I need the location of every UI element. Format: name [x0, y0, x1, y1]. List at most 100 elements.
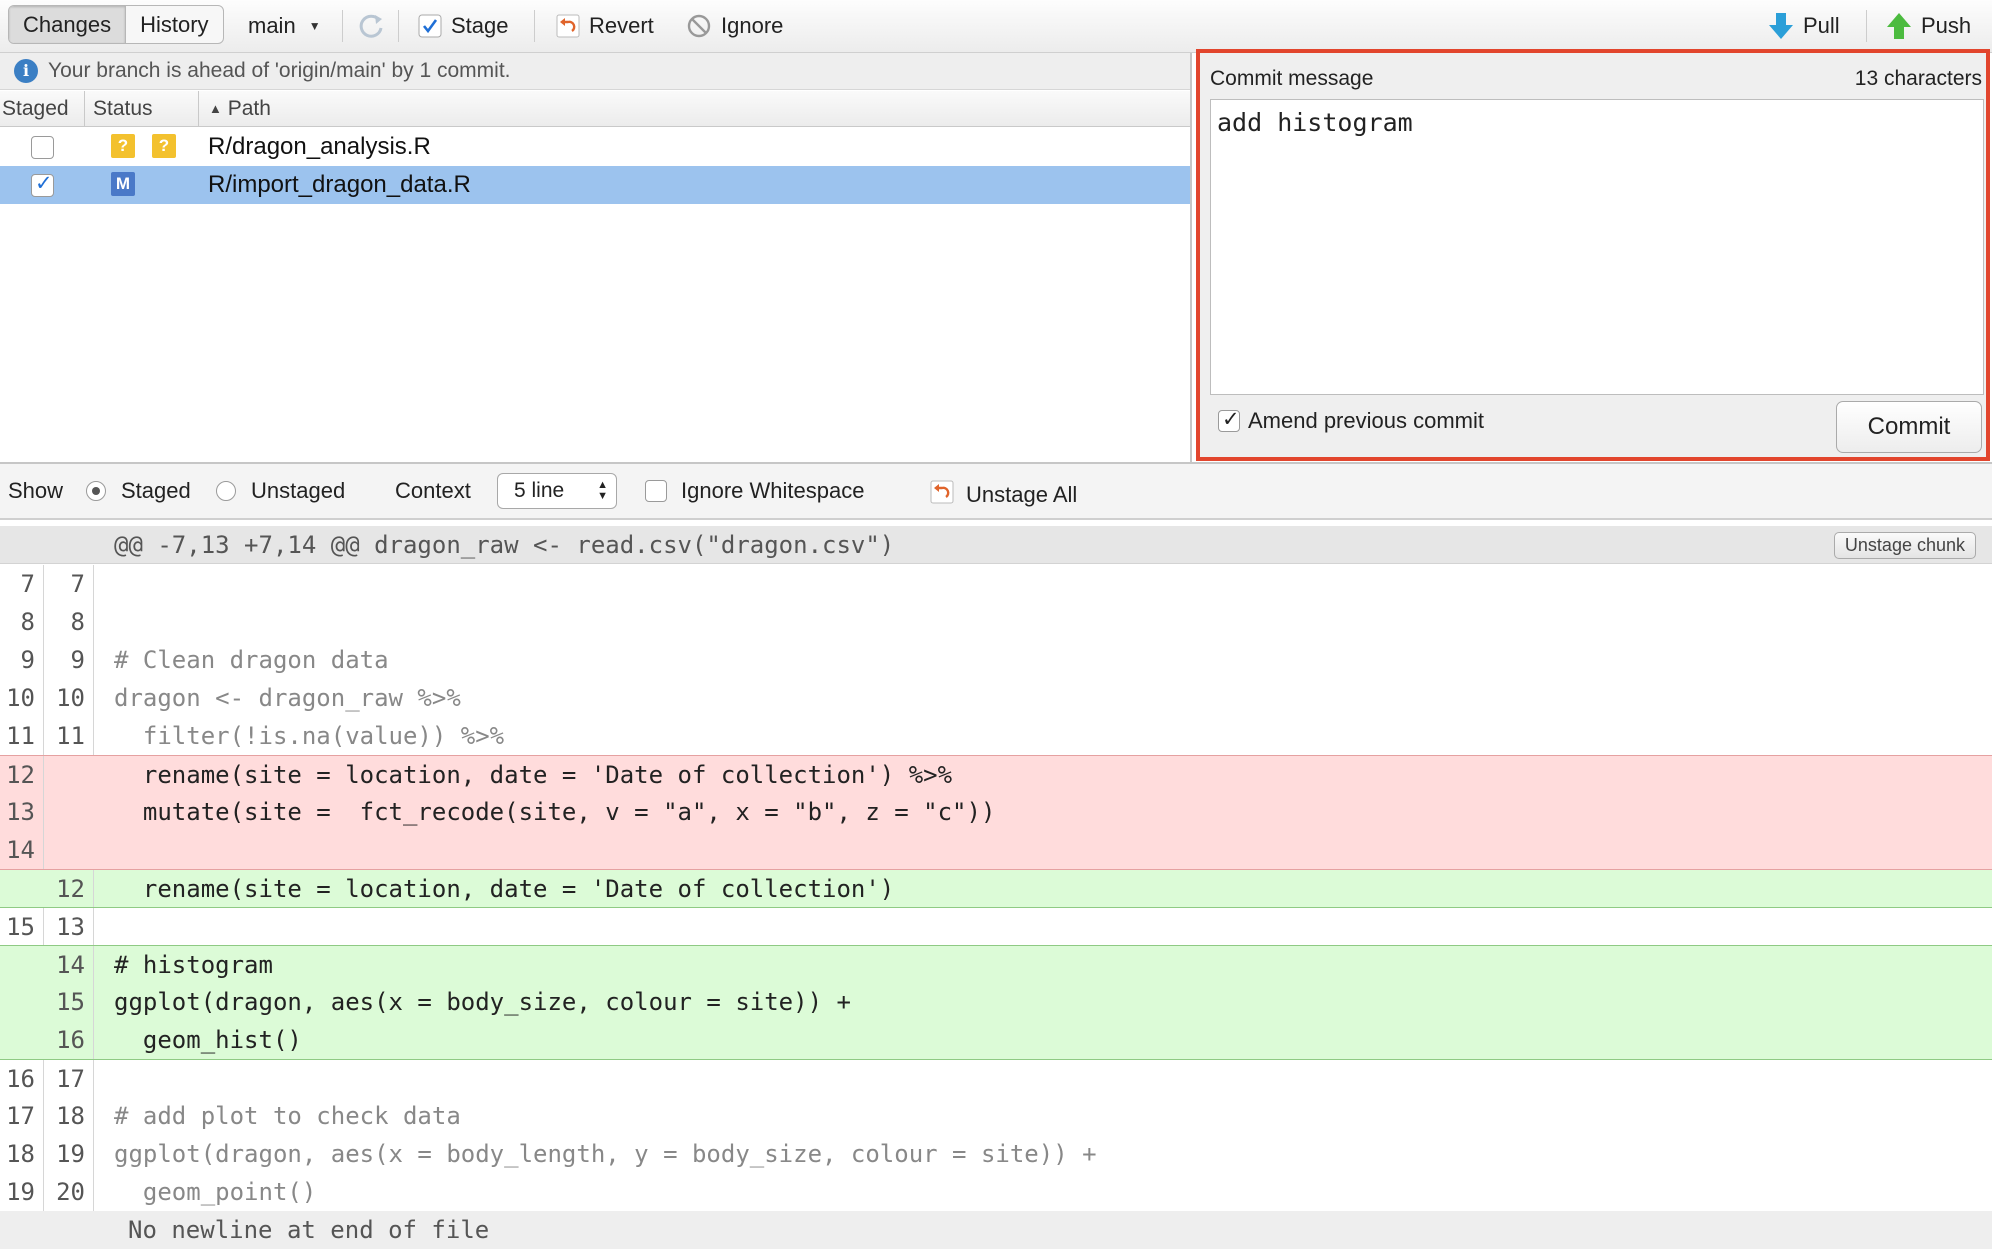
new-line-number: 7: [46, 565, 94, 603]
code-text: rename(site = location, date = 'Date of …: [114, 875, 895, 903]
diff-line-deleted: 14: [0, 831, 1992, 869]
diff-line-added: 15 ggplot(dragon, aes(x = body_size, colo…: [0, 983, 1992, 1021]
code-text: # Clean dragon data: [114, 646, 389, 674]
diff-line-deleted: 13 mutate(site = fct_recode(site, v = "a…: [0, 793, 1992, 831]
stage-check-icon: [418, 14, 442, 38]
amend-checkbox[interactable]: [1218, 407, 1240, 432]
ignore-button[interactable]: Ignore: [686, 9, 783, 43]
diff-toolbar: Show Staged Unstaged Context 5 line ▲ ▼ I…: [0, 464, 1992, 520]
amend-commit-option[interactable]: Amend previous commit: [1218, 407, 1484, 434]
git-toolbar: Changes History main ▼ Stage Revert Igno…: [0, 0, 1992, 53]
old-line-number: 10: [0, 679, 44, 717]
pull-label: Pull: [1803, 13, 1840, 38]
code-text: # add plot to check data: [114, 1102, 461, 1130]
file-row-selected[interactable]: M R/import_dragon_data.R: [0, 166, 1190, 204]
changes-history-toggle: Changes History: [8, 5, 224, 44]
diff-line-deleted: 12 rename(site = location, date = 'Date …: [0, 755, 1992, 794]
code-text: filter(!is.na(value)) %>%: [114, 722, 505, 750]
old-line-number: 9: [0, 641, 44, 679]
vertical-splitter[interactable]: [1190, 53, 1192, 462]
diff-line-context: 16 17: [0, 1059, 1992, 1098]
new-line-number: 19: [46, 1135, 94, 1173]
file-path: R/dragon_analysis.R: [208, 133, 431, 160]
staged-checkbox-checked[interactable]: [31, 171, 54, 197]
old-line-number: 17: [0, 1097, 44, 1135]
code-text: No newline at end of file: [128, 1216, 490, 1244]
staged-radio[interactable]: [86, 481, 106, 501]
diff-line-context: 17 18 # add plot to check data: [0, 1097, 1992, 1135]
pull-button[interactable]: Pull: [1768, 9, 1840, 43]
tab-history[interactable]: History: [126, 6, 222, 43]
unstaged-radio[interactable]: [216, 481, 236, 501]
revert-button[interactable]: Revert: [556, 9, 654, 43]
toolbar-divider: [534, 10, 535, 42]
code-text: rename(site = location, date = 'Date of …: [114, 761, 953, 789]
new-line-number: 17: [46, 1060, 94, 1098]
push-icon: [1886, 11, 1912, 41]
column-header-path[interactable]: ▲ Path: [198, 91, 1188, 127]
unstage-all-button[interactable]: Unstage All: [966, 482, 1077, 508]
context-value: 5 line: [514, 479, 565, 502]
toolbar-divider: [1866, 10, 1867, 42]
column-header-staged[interactable]: Staged: [2, 91, 69, 127]
ignore-icon: [686, 13, 712, 39]
code-text: geom_point(): [114, 1178, 317, 1206]
push-label: Push: [1921, 13, 1972, 38]
status-untracked-icon: ?: [111, 134, 135, 158]
diff-view: 7 7 8 8 9 9 # Clean dragon data 10 10 dragon <- d…: [0, 565, 1992, 1249]
branch-status-text: Your branch is ahead of 'origin/main' by…: [48, 59, 511, 82]
show-label: Show: [8, 478, 64, 503]
new-line-number: 11: [46, 717, 94, 755]
file-path: R/import_dragon_data.R: [208, 171, 471, 198]
stepper-arrows-icon: ▲ ▼: [597, 479, 608, 502]
amend-label: Amend previous commit: [1248, 408, 1484, 433]
commit-message-input[interactable]: add histogram: [1210, 99, 1984, 395]
diff-line-added: 16 geom_hist(): [0, 1021, 1992, 1059]
sort-up-icon: ▲: [209, 101, 222, 116]
new-line-number: 15: [46, 983, 94, 1021]
status-modified-icon: M: [111, 172, 135, 196]
revert-icon: [556, 14, 580, 38]
toolbar-divider: [398, 10, 399, 42]
context-select[interactable]: 5 line ▲ ▼: [497, 473, 617, 509]
diff-line-context: 77: [0, 565, 1992, 603]
staged-checkbox[interactable]: [31, 136, 54, 159]
column-header-status[interactable]: Status: [84, 91, 153, 127]
push-button[interactable]: Push: [1886, 9, 1971, 43]
new-line-number: 20: [46, 1173, 94, 1211]
diff-line-context: 18 19 ggplot(dragon, aes(x = body_length, …: [0, 1135, 1992, 1173]
new-line-number: 8: [46, 603, 94, 641]
refresh-icon: [356, 11, 386, 41]
staged-radio-label[interactable]: Staged: [121, 478, 191, 504]
stage-label: Stage: [451, 13, 509, 38]
code-text: ggplot(dragon, aes(x = body_size, colour…: [114, 988, 851, 1016]
refresh-button[interactable]: [356, 9, 386, 43]
tab-changes[interactable]: Changes: [9, 6, 126, 43]
unstage-chunk-button[interactable]: Unstage chunk: [1833, 532, 1976, 559]
diff-line-context: 88: [0, 603, 1992, 641]
ignore-whitespace-checkbox[interactable]: [645, 480, 667, 502]
diff-line-context: 9 9 # Clean dragon data: [0, 641, 1992, 679]
ignore-label: Ignore: [721, 13, 784, 38]
new-line-number: 10: [46, 679, 94, 717]
no-newline-note: No newline at end of file: [0, 1211, 1992, 1249]
code-text: dragon <- dragon_raw %>%: [114, 684, 461, 712]
new-line-number: 12: [46, 870, 94, 908]
old-line-number: 19: [0, 1173, 44, 1211]
old-line-number: 7: [0, 565, 44, 603]
file-table-header: Staged Status ▲ Path: [0, 91, 1190, 127]
file-row[interactable]: ? ? R/dragon_analysis.R: [0, 128, 1190, 166]
new-line-number: 14: [46, 946, 94, 984]
diff-line-context: 15 13: [0, 907, 1992, 946]
character-count: 13 characters: [1854, 67, 1982, 90]
stage-button[interactable]: Stage: [418, 9, 509, 43]
branch-dropdown[interactable]: main ▼: [248, 9, 321, 43]
branch-name: main: [248, 13, 296, 38]
commit-button[interactable]: Commit: [1836, 401, 1982, 453]
old-line-number: 8: [0, 603, 44, 641]
old-line-number: 13: [0, 793, 44, 831]
hunk-header: @@ -7,13 +7,14 @@ dragon_raw <- read.csv…: [0, 526, 1992, 564]
new-line-number: 13: [46, 908, 94, 946]
ignore-whitespace-label[interactable]: Ignore Whitespace: [681, 478, 864, 504]
unstaged-radio-label[interactable]: Unstaged: [251, 478, 345, 504]
